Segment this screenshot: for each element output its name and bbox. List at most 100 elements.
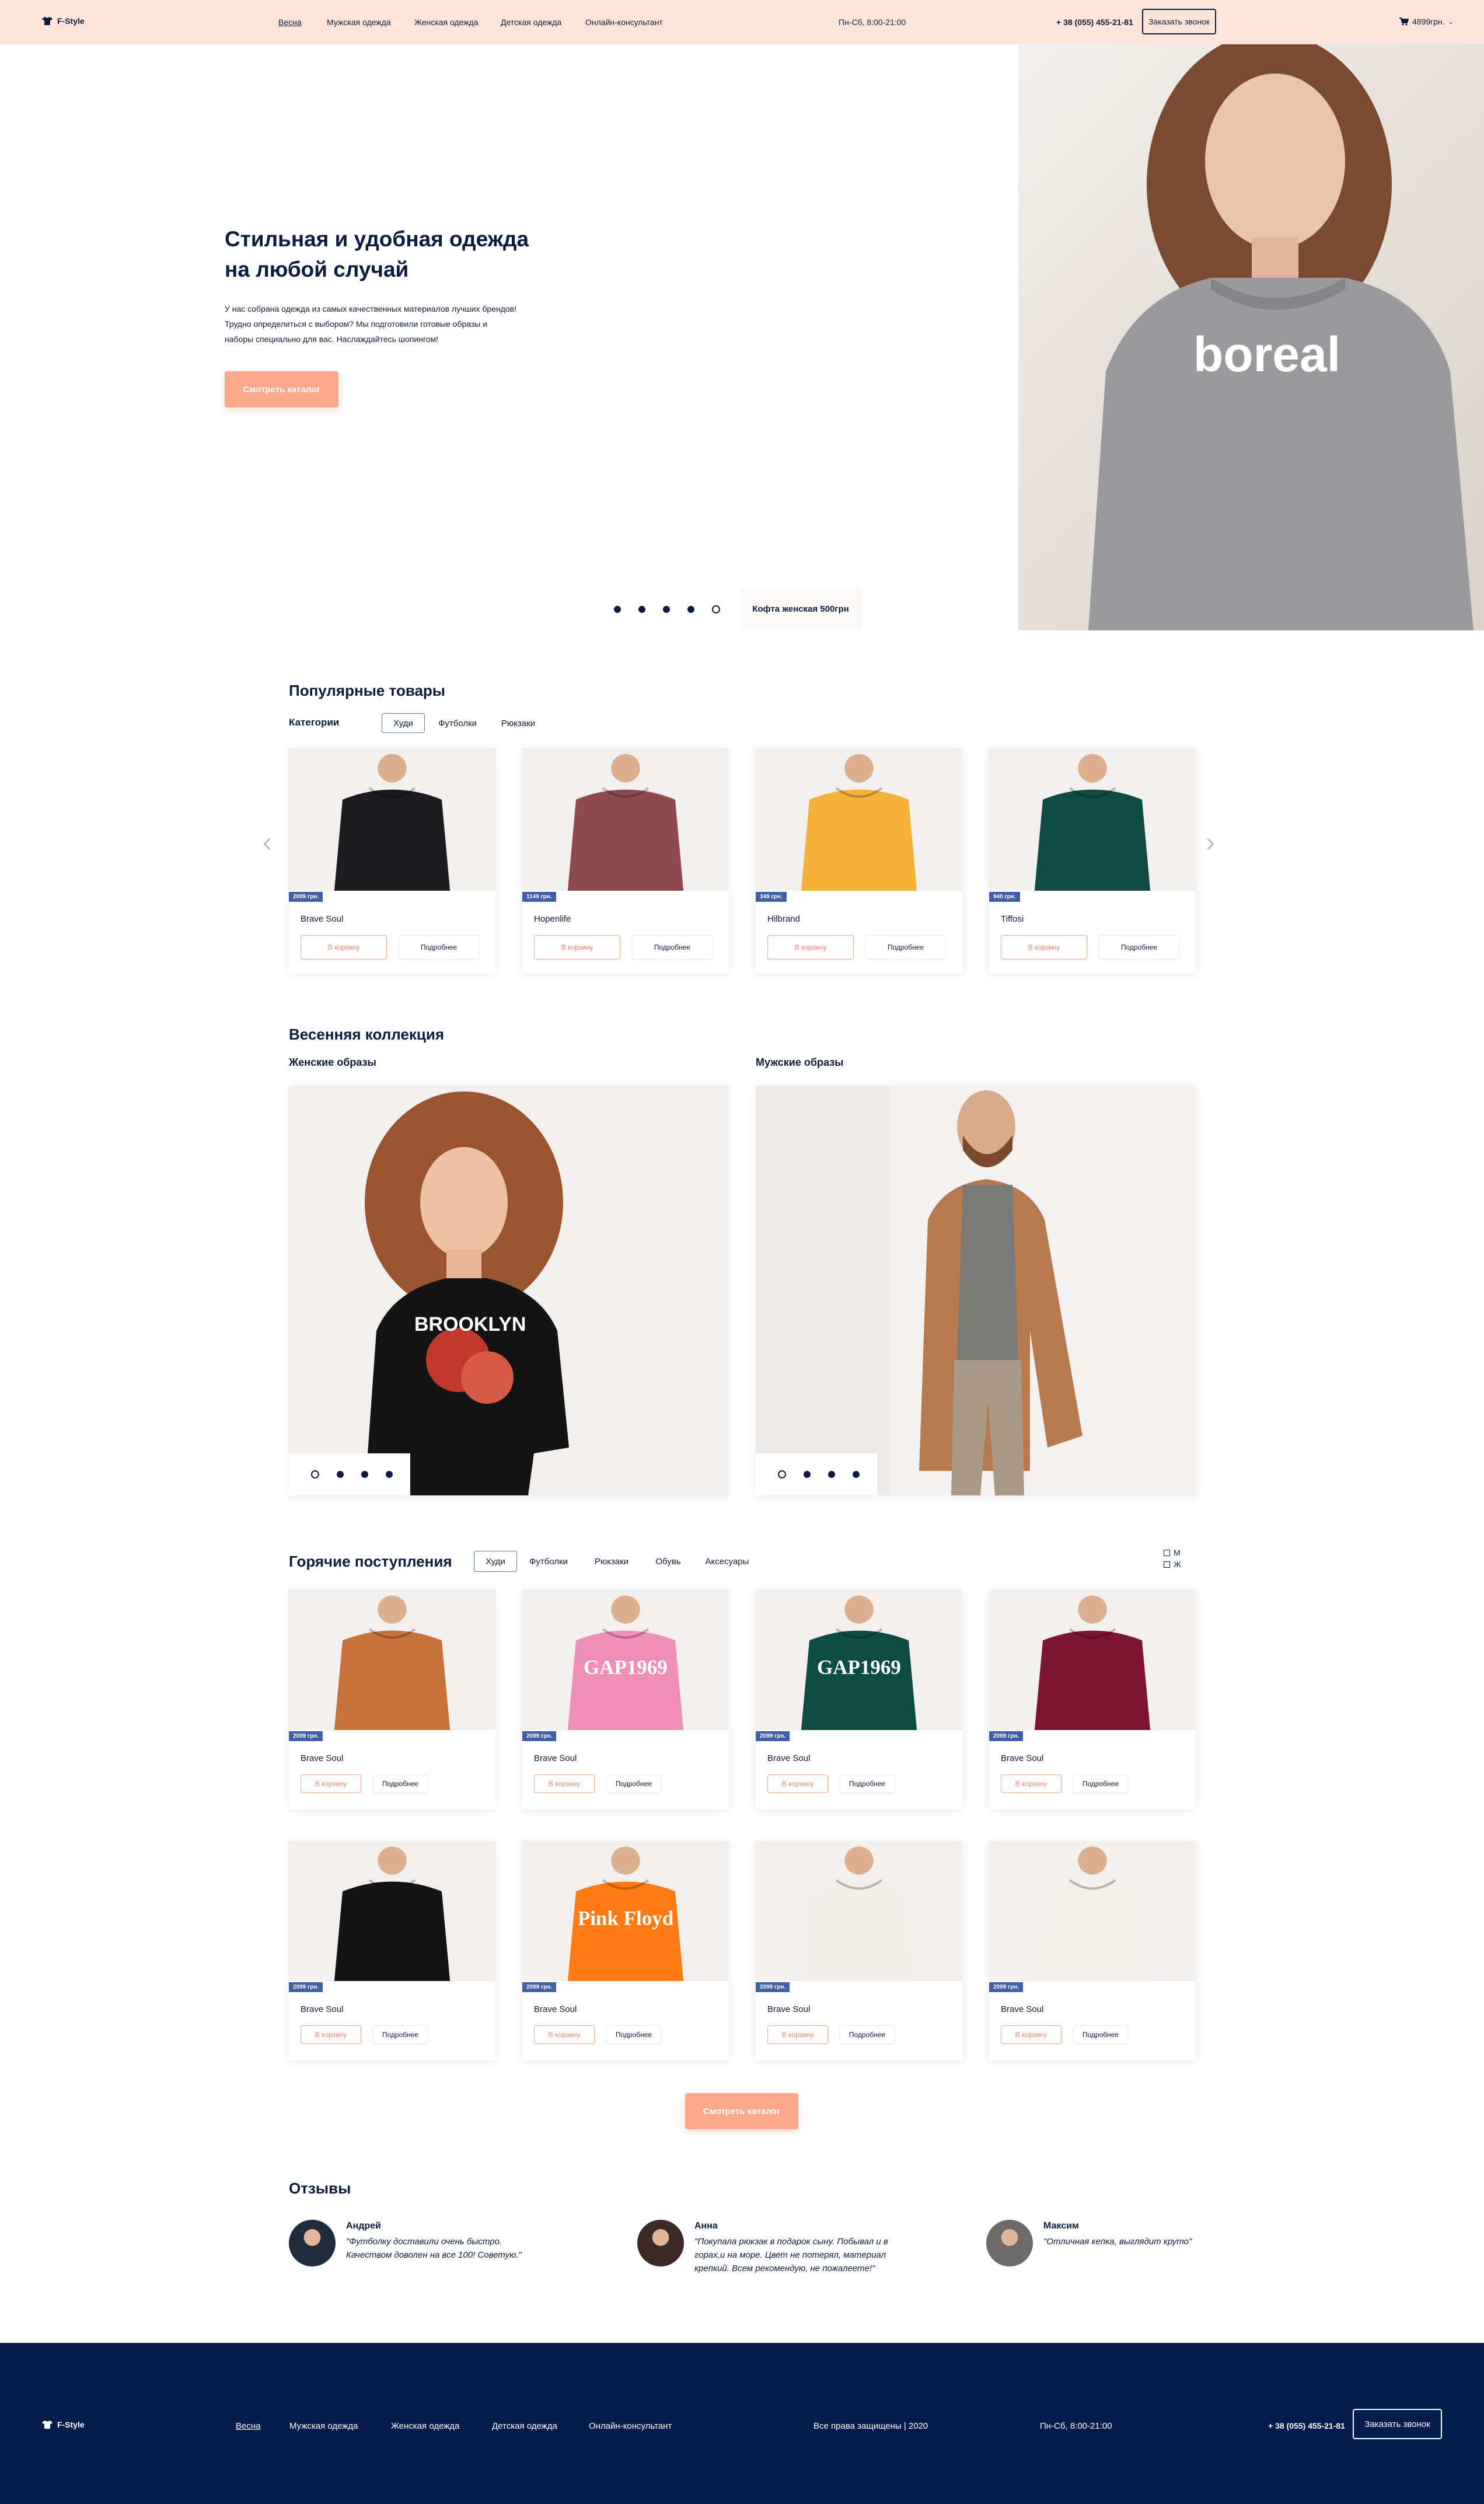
- product-card[interactable]: GAP1969 2099 грн. Brave Soul В корзину Подро…: [756, 1590, 962, 1809]
- slider-dot[interactable]: [687, 606, 694, 613]
- slider-dot-active[interactable]: [311, 1470, 319, 1478]
- product-photo[interactable]: [756, 748, 962, 891]
- slider-dot[interactable]: [337, 1471, 344, 1478]
- product-card[interactable]: 1149 грн. Hopenlife В корзину Подробнее: [522, 748, 729, 974]
- product-photo[interactable]: [522, 748, 729, 891]
- chevron-right-icon[interactable]: ›: [1206, 829, 1215, 857]
- product-card[interactable]: GAP1969 2099 грн. Brave Soul В корзину Подро…: [522, 1590, 729, 1809]
- add-to-cart-button[interactable]: В корзину: [767, 2025, 828, 2044]
- details-button[interactable]: Подробнее: [840, 2025, 895, 2044]
- product-card[interactable]: 2099 грн. Brave Soul В корзину Подробнее: [289, 748, 495, 974]
- footer-nav-kids[interactable]: Детская одежда: [492, 2421, 557, 2431]
- product-photo[interactable]: [989, 1590, 1196, 1730]
- slider-dot[interactable]: [828, 1471, 835, 1478]
- men-looks-label: Мужские образы: [756, 1056, 844, 1068]
- details-button[interactable]: Подробнее: [373, 1774, 428, 1793]
- product-photo[interactable]: [989, 748, 1196, 891]
- men-looks-panel[interactable]: [756, 1086, 1196, 1495]
- filter-female[interactable]: Ж: [1164, 1560, 1181, 1569]
- details-button[interactable]: Подробнее: [632, 935, 713, 960]
- slider-dot[interactable]: [614, 606, 621, 613]
- add-to-cart-button[interactable]: В корзину: [1001, 935, 1087, 960]
- product-image: [756, 748, 962, 891]
- checkbox[interactable]: [1164, 1561, 1170, 1568]
- footer-nav-spring[interactable]: Весна: [236, 2421, 260, 2431]
- filter-male[interactable]: М: [1164, 1548, 1181, 1557]
- hot-tab-shoes[interactable]: Обувь: [648, 1551, 689, 1572]
- add-to-cart-button[interactable]: В корзину: [301, 2025, 361, 2044]
- popular-tab-tshirts[interactable]: Футболки: [434, 713, 481, 733]
- chevron-left-icon[interactable]: ‹: [263, 829, 272, 857]
- slider-dot[interactable]: [361, 1471, 368, 1478]
- checkbox[interactable]: [1164, 1549, 1170, 1556]
- add-to-cart-button[interactable]: В корзину: [534, 1774, 595, 1793]
- details-button[interactable]: Подробнее: [1073, 1774, 1128, 1793]
- product-card[interactable]: 349 грн. Hilbrand В корзину Подробнее: [756, 748, 962, 974]
- slider-dot[interactable]: [663, 606, 670, 613]
- add-to-cart-button[interactable]: В корзину: [1001, 1774, 1062, 1793]
- nav-item-consultant[interactable]: Онлайн-консультант: [585, 18, 663, 27]
- product-photo[interactable]: [989, 1841, 1196, 1981]
- popular-tab-backpacks[interactable]: Рюкзаки: [495, 713, 542, 733]
- callback-button[interactable]: Заказать звонок: [1142, 9, 1216, 34]
- product-card[interactable]: 2099 грн. Brave Soul В корзину Подробнее: [989, 1590, 1196, 1809]
- product-photo[interactable]: [756, 1841, 962, 1981]
- product-card[interactable]: 2099 грн. Brave Soul В корзину Подробнее: [989, 1841, 1196, 2060]
- slider-dot[interactable]: [638, 606, 645, 613]
- product-card[interactable]: 2099 грн. Brave Soul В корзину Подробнее: [756, 1841, 962, 2060]
- product-photo[interactable]: Pink Floyd: [522, 1841, 729, 1981]
- slider-dot-active[interactable]: [712, 605, 720, 613]
- product-card[interactable]: 2099 грн. Brave Soul В корзину Подробнее: [289, 1841, 495, 2060]
- hot-arrivals-title: Горячие поступления: [289, 1553, 452, 1570]
- product-image: [756, 1841, 962, 1981]
- logo[interactable]: F-Style: [42, 16, 85, 26]
- details-button[interactable]: Подробнее: [399, 935, 479, 960]
- add-to-cart-button[interactable]: В корзину: [767, 935, 854, 960]
- details-button[interactable]: Подробнее: [373, 2025, 428, 2044]
- details-button[interactable]: Подробнее: [1099, 935, 1179, 960]
- details-button[interactable]: Подробнее: [865, 935, 946, 960]
- nav-item-women[interactable]: Женская одежда: [414, 18, 479, 27]
- product-photo[interactable]: [289, 1841, 495, 1981]
- add-to-cart-button[interactable]: В корзину: [534, 2025, 595, 2044]
- footer-callback-button[interactable]: Заказать звонок: [1353, 2409, 1442, 2439]
- product-photo[interactable]: [289, 748, 495, 891]
- hot-tab-backpacks[interactable]: Рюкзаки: [588, 1551, 635, 1572]
- slider-dot[interactable]: [853, 1471, 860, 1478]
- add-to-cart-button[interactable]: В корзину: [767, 1774, 828, 1793]
- phone-number[interactable]: + 38 (055) 455-21-81: [1056, 18, 1133, 27]
- women-looks-panel[interactable]: BROOKLYN: [289, 1086, 729, 1495]
- footer-nav-consultant[interactable]: Онлайн-консультант: [589, 2421, 672, 2431]
- details-button[interactable]: Подробнее: [840, 1774, 895, 1793]
- slider-dot-active[interactable]: [778, 1470, 786, 1478]
- cart-widget[interactable]: 4899грн. ⌄: [1399, 17, 1454, 26]
- add-to-cart-button[interactable]: В корзину: [534, 935, 620, 960]
- product-photo[interactable]: [289, 1590, 495, 1730]
- slider-dot[interactable]: [804, 1471, 811, 1478]
- add-to-cart-button[interactable]: В корзину: [301, 1774, 361, 1793]
- hot-tab-tshirts[interactable]: Футболки: [525, 1551, 572, 1572]
- footer-phone[interactable]: + 38 (055) 455-21-81: [1268, 2421, 1345, 2430]
- hot-tab-hoodies[interactable]: Худи: [474, 1551, 517, 1572]
- add-to-cart-button[interactable]: В корзину: [301, 935, 387, 960]
- hero-catalog-button[interactable]: Смотреть каталог: [225, 371, 338, 407]
- product-card[interactable]: 940 грн. Tiffosi В корзину Подробнее: [989, 748, 1196, 974]
- slider-dot[interactable]: [386, 1471, 393, 1478]
- footer-logo[interactable]: F-Style: [42, 2420, 85, 2429]
- popular-tab-hoodies[interactable]: Худи: [382, 713, 425, 733]
- product-photo[interactable]: GAP1969: [756, 1590, 962, 1730]
- details-button[interactable]: Подробнее: [1073, 2025, 1128, 2044]
- nav-item-spring[interactable]: Весна: [278, 18, 302, 27]
- nav-item-men[interactable]: Мужская одежда: [327, 18, 391, 27]
- hot-catalog-button[interactable]: Смотреть каталог: [685, 2093, 798, 2129]
- details-button[interactable]: Подробнее: [606, 1774, 661, 1793]
- product-card[interactable]: Pink Floyd 2099 грн. Brave Soul В корзину По…: [522, 1841, 729, 2060]
- hot-tab-accessories[interactable]: Аксесуары: [699, 1551, 755, 1572]
- details-button[interactable]: Подробнее: [606, 2025, 661, 2044]
- product-photo[interactable]: GAP1969: [522, 1590, 729, 1730]
- nav-item-kids[interactable]: Детская одежда: [501, 18, 561, 27]
- footer-nav-men[interactable]: Мужская одежда: [289, 2421, 358, 2431]
- footer-nav-women[interactable]: Женская одежда: [391, 2421, 459, 2431]
- product-card[interactable]: 2099 грн. Brave Soul В корзину Подробнее: [289, 1590, 495, 1809]
- add-to-cart-button[interactable]: В корзину: [1001, 2025, 1062, 2044]
